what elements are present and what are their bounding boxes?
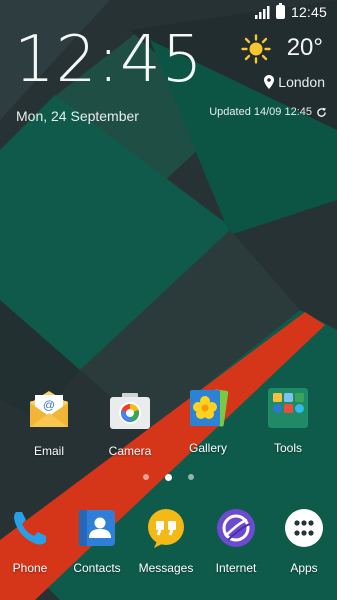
app-label-camera: Camera [108,444,152,458]
signal-icon [254,6,270,19]
weather-updated[interactable]: Updated 14/09 12:45 [209,106,327,118]
gallery-icon [190,389,229,427]
app-camera[interactable]: Camera [90,389,170,458]
dock-label-messages: Messages [138,561,194,575]
page-dot-1[interactable] [143,474,149,480]
dock-app-messages[interactable]: Messages [126,506,206,575]
dock-app-contacts[interactable]: Contacts [57,506,137,575]
page-indicator[interactable] [0,474,337,481]
app-email[interactable]: @ Email [9,389,89,458]
battery-icon [275,3,285,19]
app-label-gallery: Gallery [188,441,227,455]
contacts-icon [79,510,115,546]
updated-label: Updated 14/09 12:45 [209,106,312,118]
camera-icon [110,393,150,429]
messages-icon [148,509,184,548]
app-label-email: Email [33,444,64,458]
dock-app-apps[interactable]: Apps [264,506,337,575]
refresh-icon[interactable] [316,107,327,118]
sun-icon [241,34,271,64]
clock-time[interactable]: 12:45 [14,28,203,92]
internet-icon [217,509,255,547]
page-dot-2[interactable] [165,474,172,481]
clock-date: Mon, 24 September [16,108,139,124]
page-dot-3[interactable] [188,474,194,480]
svg-text:@: @ [43,398,55,412]
weather-temperature[interactable]: 20° [287,34,323,62]
app-tools-folder[interactable]: Tools [248,386,328,455]
email-icon: @ [30,391,68,427]
dock-label-contacts: Contacts [73,561,121,575]
apps-grid-icon [285,509,323,547]
location-label: London [278,74,325,90]
phone-icon [14,512,46,545]
status-time: 12:45 [290,4,327,20]
dock-label-apps: Apps [290,561,318,575]
tools-folder-icon [268,388,308,428]
app-label-tools: Tools [273,441,302,455]
weather-location[interactable]: London [264,74,325,90]
location-pin-icon [264,75,275,89]
app-gallery[interactable]: Gallery [168,386,248,455]
